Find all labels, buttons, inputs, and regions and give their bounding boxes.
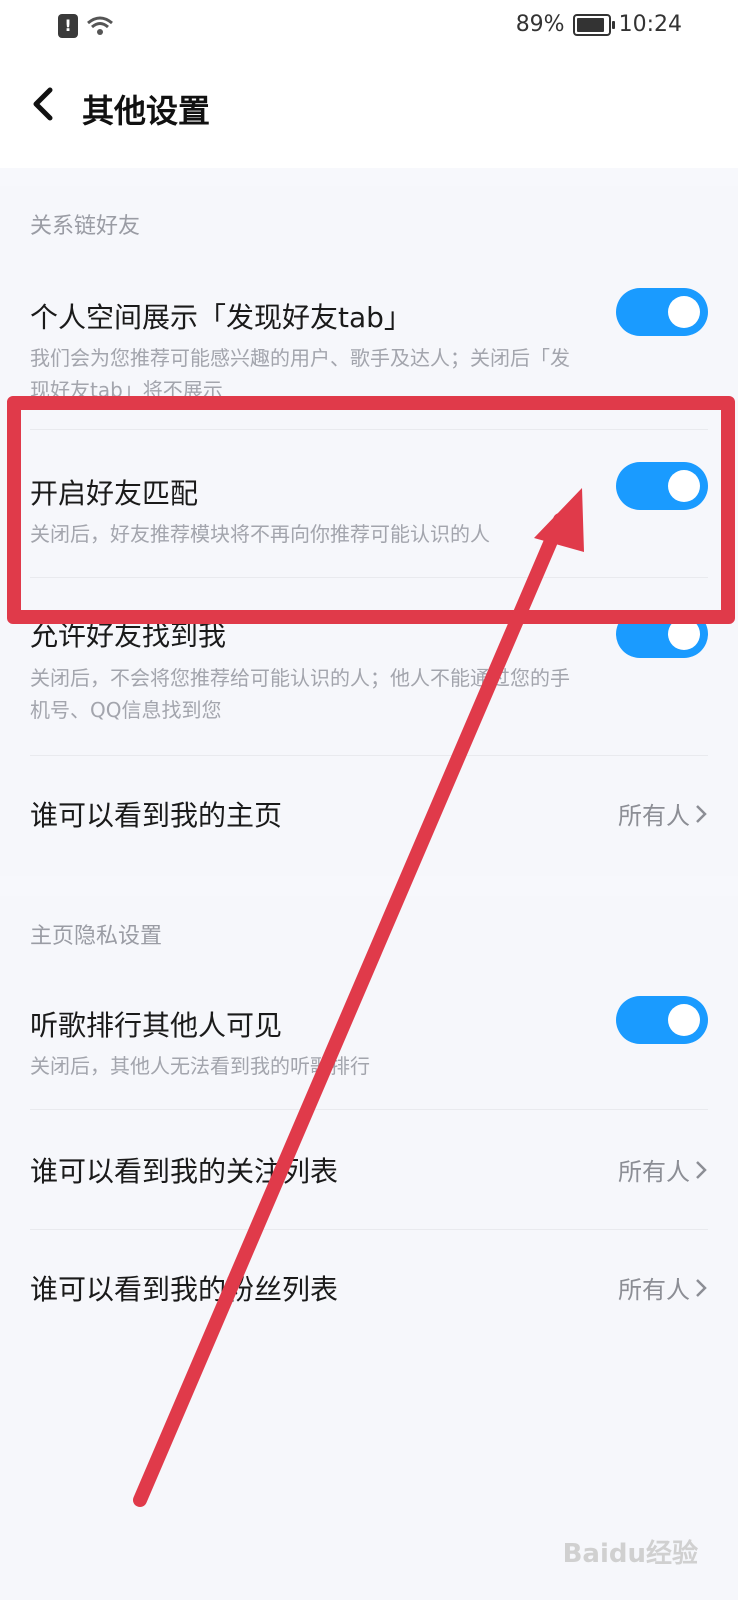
setting-desc: 关闭后，其他人无法看到我的听歌排行 bbox=[30, 1054, 370, 1078]
friend-matching-toggle[interactable] bbox=[616, 462, 708, 510]
toggle-knob bbox=[668, 618, 700, 650]
battery-fill bbox=[576, 17, 604, 32]
setting-row-listening-rank: 听歌排行其他人可见 关闭后，其他人无法看到我的听歌排行 bbox=[0, 976, 738, 1110]
listening-rank-toggle[interactable] bbox=[616, 996, 708, 1044]
setting-row-homepage-visibility[interactable]: 谁可以看到我的主页 所有人 bbox=[0, 756, 738, 874]
value-text: 所有人 bbox=[618, 802, 690, 830]
battery-icon bbox=[572, 13, 615, 36]
section-header: 关系链好友 bbox=[30, 214, 141, 239]
setting-title: 谁可以看到我的主页 bbox=[30, 799, 283, 832]
setting-row-following-visibility[interactable]: 谁可以看到我的关注列表 所有人 bbox=[0, 1110, 738, 1230]
setting-title: 谁可以看到我的关注列表 bbox=[30, 1155, 339, 1188]
discover-tab-toggle[interactable] bbox=[616, 288, 708, 336]
setting-title: 允许好友找到我 bbox=[30, 619, 227, 652]
section-relationship-friends: 关系链好友 个人空间展示「发现好友tab」 我们会为您推荐可能感兴趣的用户、歌手… bbox=[0, 186, 738, 876]
setting-row-discover-tab: 个人空间展示「发现好友tab」 我们会为您推荐可能感兴趣的用户、歌手及达人；关闭… bbox=[0, 276, 738, 430]
chevron-right-icon bbox=[696, 1160, 707, 1179]
setting-row-fans-visibility[interactable]: 谁可以看到我的粉丝列表 所有人 bbox=[0, 1230, 738, 1350]
homepage-visibility-value[interactable]: 所有人 bbox=[618, 796, 708, 831]
page-title: 其他设置 bbox=[82, 92, 211, 130]
setting-desc: 我们会为您推荐可能感兴趣的用户、歌手及达人；关闭后「发现好友tab」将不展示 bbox=[30, 346, 570, 402]
back-arrow-icon[interactable] bbox=[26, 80, 62, 128]
alert-icon: ! bbox=[58, 14, 78, 38]
fans-visibility-value[interactable]: 所有人 bbox=[618, 1270, 708, 1305]
setting-desc: 关闭后，好友推荐模块将不再向你推荐可能认识的人 bbox=[30, 522, 490, 546]
value-text: 所有人 bbox=[618, 1158, 690, 1186]
setting-row-friend-matching: 开启好友匹配 关闭后，好友推荐模块将不再向你推荐可能认识的人 bbox=[0, 430, 738, 578]
value-text: 所有人 bbox=[618, 1276, 690, 1304]
allow-find-me-toggle[interactable] bbox=[616, 610, 708, 658]
toggle-knob bbox=[668, 1004, 700, 1036]
setting-row-allow-find-me: 允许好友找到我 关闭后，不会将您推荐给可能认识的人；他人不能通过您的手机号、QQ… bbox=[0, 578, 738, 756]
setting-title: 听歌排行其他人可见 bbox=[30, 1009, 283, 1042]
chevron-right-icon bbox=[696, 804, 707, 823]
setting-title: 谁可以看到我的粉丝列表 bbox=[30, 1273, 339, 1306]
toggle-knob bbox=[668, 470, 700, 502]
section-homepage-privacy: 主页隐私设置 听歌排行其他人可见 关闭后，其他人无法看到我的听歌排行 谁可以看到… bbox=[0, 896, 738, 1600]
watermark: Baidu经验 bbox=[562, 1539, 698, 1569]
status-right: 89% 10:24 bbox=[516, 12, 682, 37]
page-header: 其他设置 bbox=[0, 56, 738, 168]
setting-title: 开启好友匹配 bbox=[30, 477, 199, 510]
battery-percent: 89% bbox=[515, 12, 565, 37]
toggle-knob bbox=[668, 296, 700, 328]
chevron-right-icon bbox=[696, 1278, 707, 1297]
following-visibility-value[interactable]: 所有人 bbox=[618, 1152, 708, 1187]
clock: 10:24 bbox=[618, 12, 682, 37]
setting-desc: 关闭后，不会将您推荐给可能认识的人；他人不能通过您的手机号、QQ信息找到您 bbox=[30, 666, 570, 722]
section-header: 主页隐私设置 bbox=[30, 924, 163, 949]
status-left: ! bbox=[58, 14, 114, 38]
setting-title: 个人空间展示「发现好友tab」 bbox=[30, 301, 412, 334]
status-bar: ! 89% 10:24 bbox=[0, 0, 738, 56]
wifi-icon bbox=[87, 16, 113, 35]
